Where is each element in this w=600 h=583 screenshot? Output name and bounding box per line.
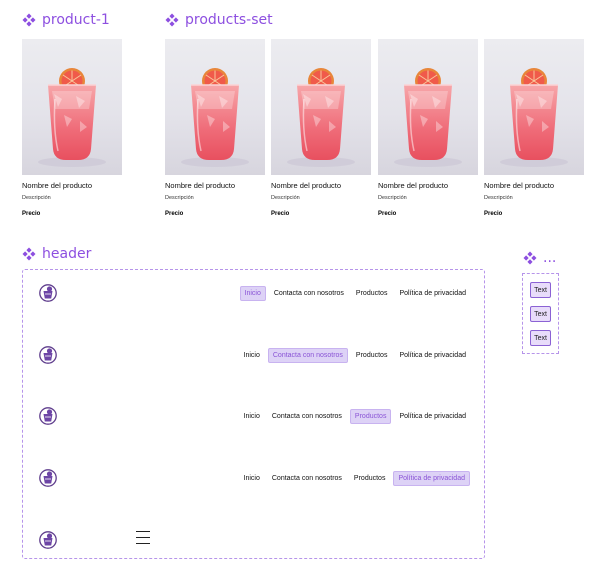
nav-privacidad[interactable]: Política de privacidad <box>395 410 470 423</box>
nav-bar: Inicio Contacta con nosotros Productos P… <box>239 286 470 301</box>
component-icon <box>22 13 36 27</box>
cocktail-image <box>180 67 250 168</box>
nav-productos[interactable]: Productos <box>350 472 390 485</box>
nav-privacidad[interactable]: Política de privacidad <box>395 287 470 300</box>
product-card[interactable]: Nombre del producto Descripción Precio <box>378 39 478 217</box>
text-button[interactable]: Text <box>530 306 551 322</box>
product-image <box>165 39 265 175</box>
product-name: Nombre del producto <box>165 181 236 190</box>
nav-productos[interactable]: Productos <box>349 409 392 424</box>
nav-bar: Inicio Contacta con nosotros Productos P… <box>240 348 470 363</box>
buttons-title[interactable]: ... <box>523 250 556 266</box>
header-variant: Inicio Contacta con nosotros Productos P… <box>23 463 486 493</box>
header-variants-frame: Inicio Contacta con nosotros Productos P… <box>22 269 485 559</box>
header-variant: Inicio Contacta con nosotros Productos P… <box>23 278 486 308</box>
product-price: Precio <box>165 211 184 217</box>
product-price: Precio <box>22 211 41 217</box>
cocktail-image <box>393 67 463 168</box>
cocktail-image <box>499 67 569 168</box>
header-title[interactable]: header <box>22 246 91 262</box>
header-variant-mobile <box>23 525 486 555</box>
nav-inicio[interactable]: Inicio <box>240 472 264 485</box>
drink-logo-icon[interactable] <box>39 407 57 425</box>
cocktail-image <box>286 67 356 168</box>
nav-privacidad[interactable]: Política de privacidad <box>395 349 470 362</box>
product-name: Nombre del producto <box>271 181 342 190</box>
nav-productos[interactable]: Productos <box>352 287 392 300</box>
product-price: Precio <box>484 211 503 217</box>
product-description: Descripción <box>484 195 513 201</box>
component-icon <box>523 251 537 265</box>
nav-bar: Inicio Contacta con nosotros Productos P… <box>240 471 470 486</box>
section-label: ... <box>543 250 557 266</box>
product-name: Nombre del producto <box>378 181 449 190</box>
nav-bar: Inicio Contacta con nosotros Productos P… <box>240 409 470 424</box>
product-name: Nombre del producto <box>484 181 555 190</box>
component-icon <box>165 13 179 27</box>
section-label: header <box>42 246 92 262</box>
product-card[interactable]: Nombre del producto Descripción Precio <box>22 39 122 217</box>
header-variant: Inicio Contacta con nosotros Productos P… <box>23 340 486 370</box>
button-variants-frame: Text Text Text <box>522 273 559 354</box>
product-image <box>22 39 122 175</box>
product-name: Nombre del producto <box>22 181 93 190</box>
product-card[interactable]: Nombre del producto Descripción Precio <box>484 39 584 217</box>
nav-inicio[interactable]: Inicio <box>240 410 264 423</box>
nav-contacto[interactable]: Contacta con nosotros <box>268 410 346 423</box>
product-price: Precio <box>378 211 397 217</box>
hamburger-menu-icon[interactable] <box>136 531 150 545</box>
product-description: Descripción <box>22 195 51 201</box>
text-button[interactable]: Text <box>530 282 551 298</box>
cocktail-image <box>37 67 107 168</box>
product-description: Descripción <box>378 195 407 201</box>
drink-logo-icon[interactable] <box>39 284 57 302</box>
drink-logo-icon[interactable] <box>39 531 57 549</box>
product-description: Descripción <box>165 195 194 201</box>
section-label: products-set <box>185 12 273 28</box>
products-set-title[interactable]: products-set <box>165 12 273 28</box>
component-icon <box>22 247 36 261</box>
nav-inicio[interactable]: Inicio <box>239 286 266 301</box>
text-button[interactable]: Text <box>530 330 551 346</box>
section-label: product-1 <box>42 12 110 28</box>
nav-inicio[interactable]: Inicio <box>240 349 264 362</box>
product-card[interactable]: Nombre del producto Descripción Precio <box>271 39 371 217</box>
nav-privacidad[interactable]: Política de privacidad <box>393 471 470 486</box>
nav-contacto[interactable]: Contacta con nosotros <box>270 287 348 300</box>
header-variant: Inicio Contacta con nosotros Productos P… <box>23 401 486 431</box>
drink-logo-icon[interactable] <box>39 346 57 364</box>
nav-contacto[interactable]: Contacta con nosotros <box>267 348 348 363</box>
product-card[interactable]: Nombre del producto Descripción Precio <box>165 39 265 217</box>
product-image <box>271 39 371 175</box>
product-description: Descripción <box>271 195 300 201</box>
nav-productos[interactable]: Productos <box>352 349 392 362</box>
nav-contacto[interactable]: Contacta con nosotros <box>268 472 346 485</box>
product-image <box>484 39 584 175</box>
product-price: Precio <box>271 211 290 217</box>
product-image <box>378 39 478 175</box>
drink-logo-icon[interactable] <box>39 469 57 487</box>
product-1-title[interactable]: product-1 <box>22 12 110 28</box>
